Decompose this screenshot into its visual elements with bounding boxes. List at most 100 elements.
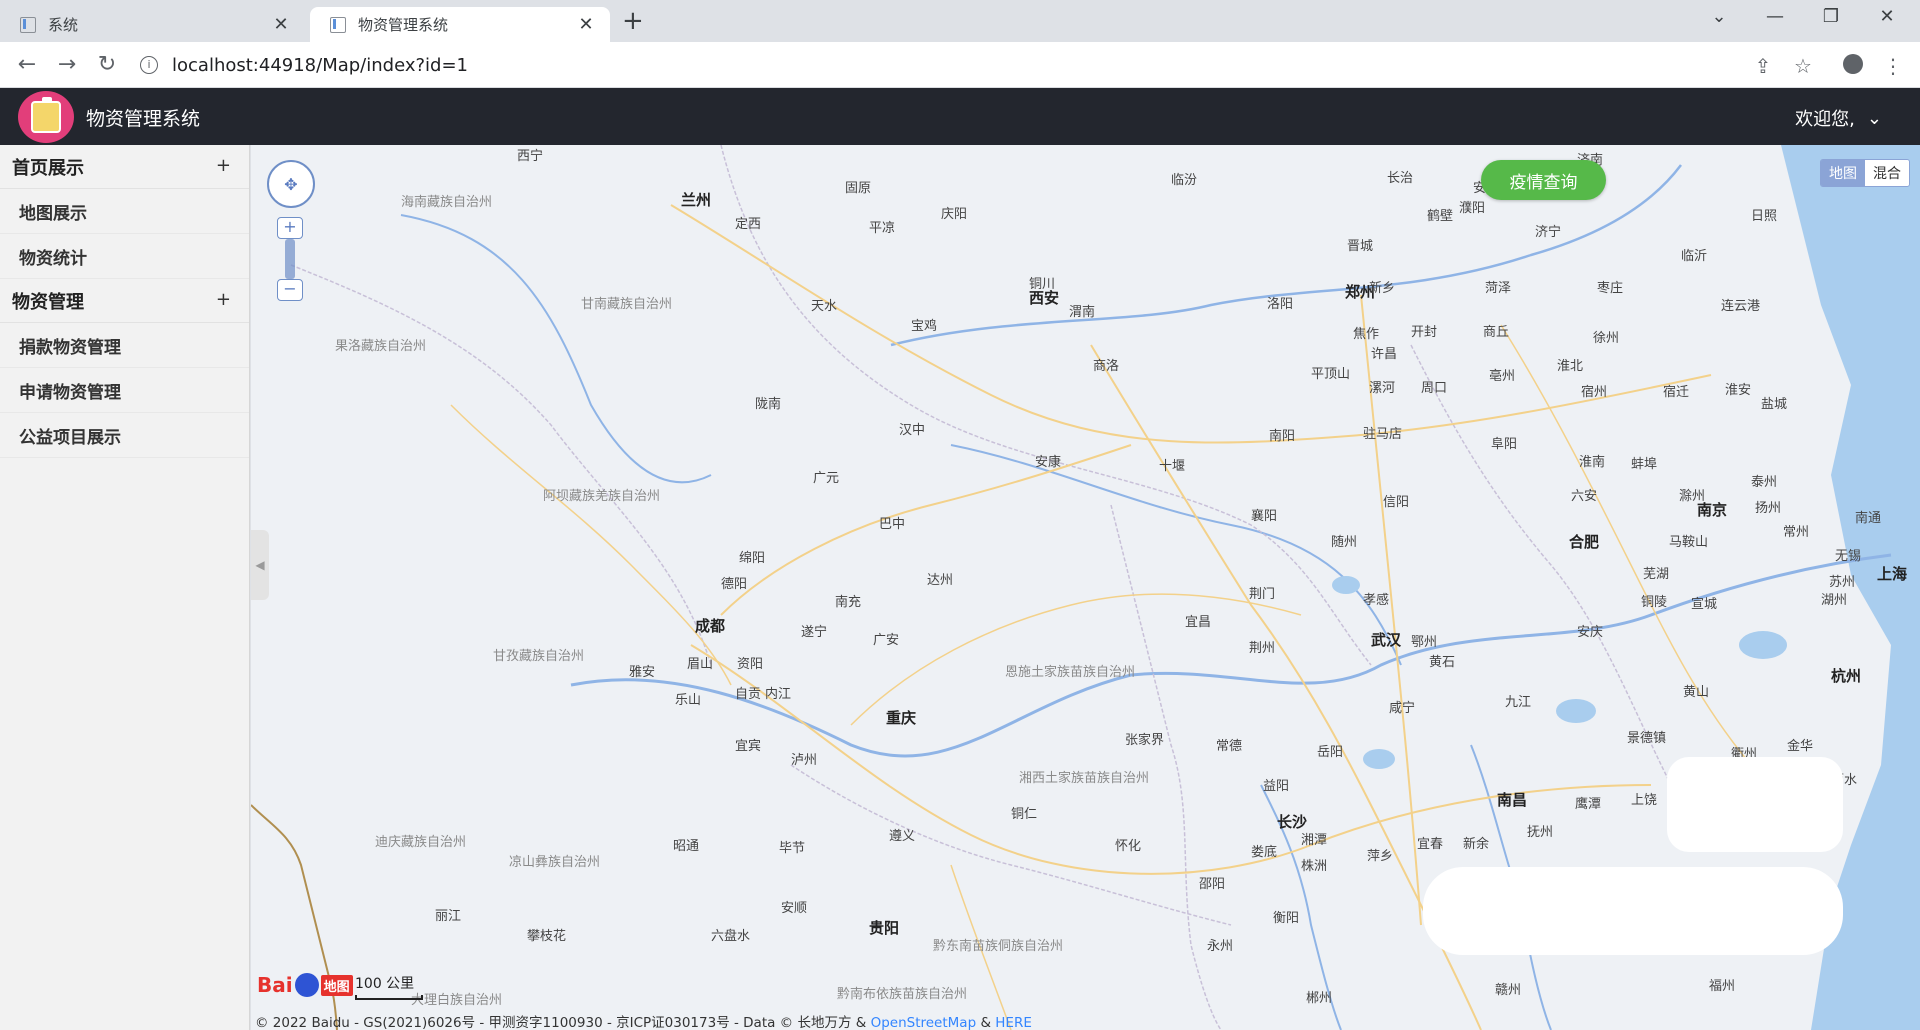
map-canvas[interactable]: 兰州 西安 郑州 成都 重庆 武汉 合肥 南京 上海 杭州 长沙 南昌 贵阳 西… <box>251 145 1920 1030</box>
close-icon[interactable]: ✕ <box>271 14 291 35</box>
city-label: 宿迁 <box>1663 385 1690 400</box>
city-label: 泰州 <box>1751 475 1778 490</box>
city-label: 十堰 <box>1159 459 1186 474</box>
epidemic-query-button[interactable]: 疫情查询 <box>1481 160 1606 200</box>
city-label: 盐城 <box>1761 397 1788 412</box>
city-label: 菏泽 <box>1485 281 1512 296</box>
sidebar-item-map[interactable]: 地图展示 <box>0 189 249 234</box>
city-label: 淮南 <box>1579 455 1606 470</box>
city-label: 新余 <box>1463 837 1490 852</box>
expand-plus-icon[interactable]: + <box>216 289 231 310</box>
bookmark-star-icon[interactable]: ☆ <box>1788 54 1818 78</box>
city-label: 徐州 <box>1593 331 1620 346</box>
minimize-icon[interactable]: — <box>1752 6 1798 27</box>
region-label: 海南藏族自治州 <box>401 195 493 210</box>
city-label: 芜湖 <box>1643 567 1670 582</box>
zoom-in-icon[interactable]: + <box>277 217 303 239</box>
city-label: 枣庄 <box>1597 281 1624 296</box>
city-label: 巴中 <box>879 517 906 532</box>
city-label: 永州 <box>1207 939 1234 954</box>
zoom-out-icon[interactable]: − <box>277 279 303 301</box>
city-label: 平凉 <box>869 221 896 236</box>
profile-avatar-icon[interactable] <box>1838 54 1868 79</box>
user-menu[interactable]: 欢迎您, ⌄ <box>1795 105 1882 131</box>
sidebar-item-stats[interactable]: 物资统计 <box>0 234 249 279</box>
browser-tab-system[interactable]: 系统 ✕ <box>0 7 305 42</box>
city-label: 宣城 <box>1691 597 1718 612</box>
city-label: 周口 <box>1421 381 1448 396</box>
city-label: 益阳 <box>1263 779 1290 794</box>
region-label: 凉山彝族自治州 <box>509 855 601 870</box>
city-label: 无锡 <box>1835 549 1862 564</box>
welcome-text: 欢迎您, <box>1795 109 1855 130</box>
city-label: 九江 <box>1505 695 1532 710</box>
tab-search-chevron-icon[interactable]: ⌄ <box>1696 6 1742 27</box>
map-pan-control[interactable]: ✥ <box>267 160 315 208</box>
map-type-hybrid[interactable]: 混合 <box>1865 160 1909 186</box>
city-label: 资阳 <box>737 657 764 672</box>
city-label: 天水 <box>811 299 838 314</box>
city-label: 南阳 <box>1269 429 1296 444</box>
sidebar-group-label: 物资管理 <box>12 291 84 313</box>
sidebar-item-application[interactable]: 申请物资管理 <box>0 368 249 413</box>
map-copyright: © 2022 Baidu - GS(2021)6026号 - 甲测资字11009… <box>255 1011 1032 1030</box>
city-label: 贵阳 <box>869 919 900 937</box>
zoom-slider[interactable] <box>285 239 295 279</box>
city-label: 丽江 <box>435 909 462 924</box>
city-label: 娄底 <box>1251 845 1278 860</box>
menu-kebab-icon[interactable]: ⋮ <box>1878 54 1908 78</box>
city-label: 邵阳 <box>1199 877 1226 892</box>
share-icon[interactable]: ⇪ <box>1748 54 1778 78</box>
city-label: 六盘水 <box>711 929 751 944</box>
reload-icon[interactable]: ↻ <box>92 52 122 77</box>
site-info-icon[interactable]: i <box>140 56 158 74</box>
city-label: 铜陵 <box>1641 595 1668 610</box>
city-label: 绵阳 <box>739 551 766 566</box>
sidebar-group-material[interactable]: 物资管理 + <box>0 279 249 323</box>
sidebar: 首页展示 + 地图展示 物资统计 物资管理 + 捐款物资管理 申请物资管理 公益… <box>0 145 250 1030</box>
sidebar-item-charity[interactable]: 公益项目展示 <box>0 413 249 458</box>
city-label: 兰州 <box>681 191 712 209</box>
app-logo <box>18 91 74 143</box>
city-label: 商洛 <box>1093 359 1120 374</box>
sidebar-group-home[interactable]: 首页展示 + <box>0 145 249 189</box>
sidebar-collapse-handle[interactable]: ◀ <box>251 530 269 600</box>
city-label: 淮北 <box>1557 359 1584 374</box>
city-label: 汉中 <box>899 423 926 438</box>
city-label: 咸宁 <box>1389 701 1416 716</box>
copyright-text: © 2022 Baidu - GS(2021)6026号 - 甲测资字11009… <box>255 1015 871 1030</box>
city-label: 信阳 <box>1383 495 1410 510</box>
browser-tabstrip: 系统 ✕ 物资管理系统 ✕ + ⌄ — ❐ ✕ <box>0 0 1920 42</box>
city-label: 德阳 <box>721 577 748 592</box>
restore-icon[interactable]: ❐ <box>1808 6 1854 27</box>
browser-tab-material-system[interactable]: 物资管理系统 ✕ <box>310 7 610 42</box>
back-arrow-icon[interactable]: ← <box>12 52 42 77</box>
info-panel <box>1423 867 1843 955</box>
city-label: 毕节 <box>779 841 806 856</box>
expand-plus-icon[interactable]: + <box>216 155 231 176</box>
city-label: 黄石 <box>1429 655 1456 670</box>
city-label: 常德 <box>1216 739 1243 754</box>
map-type-normal[interactable]: 地图 <box>1821 160 1865 186</box>
city-label: 遵义 <box>889 829 916 844</box>
window-close-icon[interactable]: ✕ <box>1864 6 1910 27</box>
here-link[interactable]: HERE <box>995 1015 1032 1030</box>
city-label: 日照 <box>1751 209 1778 224</box>
city-label: 昭通 <box>673 839 700 854</box>
address-bar[interactable]: i localhost:44918/Map/index?id=1 <box>140 48 1740 82</box>
city-label: 眉山 <box>687 657 714 672</box>
city-label: 宜春 <box>1417 837 1444 852</box>
city-label: 西宁 <box>517 149 544 164</box>
city-label: 怀化 <box>1115 839 1142 854</box>
map-scale: 100 公里 <box>355 973 423 1000</box>
region-label: 迪庆藏族自治州 <box>375 835 467 850</box>
close-icon[interactable]: ✕ <box>576 14 596 35</box>
city-label: 济宁 <box>1535 225 1562 240</box>
city-label: 襄阳 <box>1251 509 1278 524</box>
openstreetmap-link[interactable]: OpenStreetMap <box>871 1015 977 1030</box>
chevron-down-icon: ⌄ <box>1866 107 1882 129</box>
forward-arrow-icon[interactable]: → <box>52 52 82 77</box>
city-label: 自贡 <box>735 687 762 702</box>
sidebar-item-donation[interactable]: 捐款物资管理 <box>0 323 249 368</box>
new-tab-icon[interactable]: + <box>622 6 644 36</box>
